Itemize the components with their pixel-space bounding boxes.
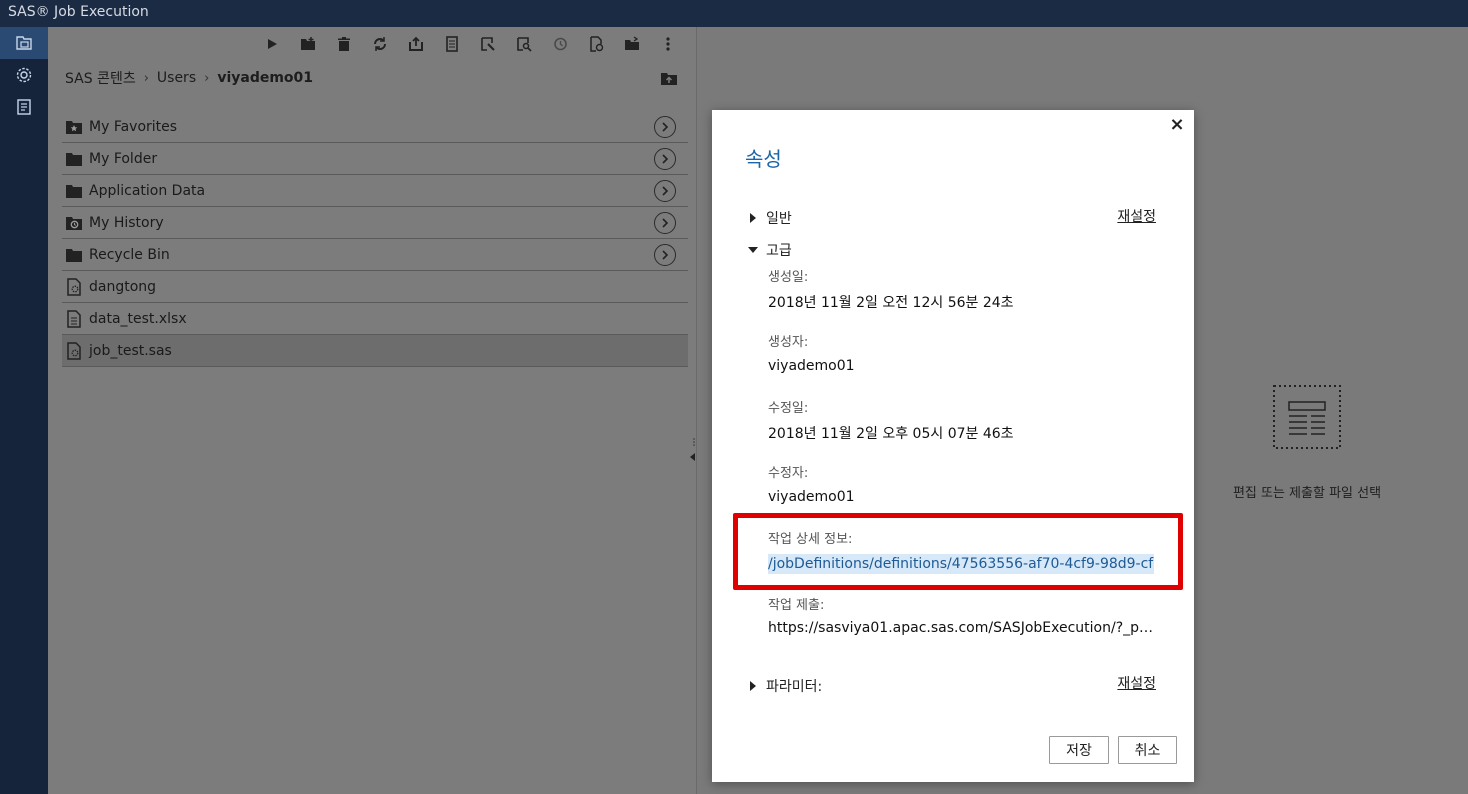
caret-right-icon	[750, 681, 756, 691]
section-advanced-label: 고급	[766, 243, 792, 259]
save-button[interactable]: 저장	[1049, 736, 1109, 764]
submit-icon[interactable]	[578, 33, 614, 55]
list-item[interactable]: My History	[62, 207, 688, 239]
move-icon[interactable]	[614, 33, 650, 55]
section-advanced-toggle[interactable]: 고급	[748, 240, 792, 260]
more-icon[interactable]	[650, 33, 686, 55]
file-list: My Favorites My Folder Application Data …	[62, 111, 688, 367]
new-folder-icon[interactable]	[290, 33, 326, 55]
job-submit-label: 작업 제출:	[768, 598, 825, 613]
gear-icon[interactable]	[0, 59, 48, 91]
breadcrumb-separator: ›	[204, 70, 210, 86]
reset-params-link[interactable]: 재설정	[1117, 673, 1156, 693]
list-item-label: Application Data	[89, 182, 206, 199]
job-details-link[interactable]: /jobDefinitions/definitions/47563556-af7…	[768, 554, 1154, 574]
refresh-icon[interactable]	[362, 33, 398, 55]
caret-right-icon	[750, 213, 756, 223]
section-params-toggle[interactable]: 파라미터:	[748, 676, 822, 696]
delete-icon[interactable]	[326, 33, 362, 55]
close-icon[interactable]: ×	[1168, 116, 1186, 134]
modifier-label: 수정자:	[768, 466, 809, 481]
cancel-button[interactable]: 취소	[1118, 736, 1177, 764]
section-general-label: 일반	[766, 211, 792, 227]
breadcrumb-separator: ›	[143, 70, 149, 86]
created-value: 2018년 11월 2일 오전 12시 56분 24초	[768, 295, 1014, 311]
toolbar	[254, 33, 686, 55]
highlight-box	[733, 513, 1183, 590]
list-item[interactable]: My Favorites	[62, 111, 688, 143]
properties-icon[interactable]	[434, 33, 470, 55]
run-icon[interactable]	[254, 33, 290, 55]
section-params-label: 파라미터:	[766, 679, 823, 695]
history-icon[interactable]	[542, 33, 578, 55]
folder-icon	[65, 246, 83, 264]
properties-dialog: × 속성 일반 재설정 고급 생성일: 2018년 11월 2일 오전 12시 …	[712, 110, 1194, 782]
favorites-folder-icon	[65, 118, 83, 136]
job-submit-value[interactable]: https://sasviya01.apac.sas.com/SASJobExe…	[768, 620, 1154, 636]
list-item-label: data_test.xlsx	[89, 310, 187, 327]
chevron-right-icon[interactable]	[654, 115, 676, 138]
job-details-label: 작업 상세 정보:	[768, 532, 853, 547]
content-icon[interactable]	[0, 27, 48, 59]
list-item-selected[interactable]: job_test.sas	[62, 335, 688, 367]
creator-label: 생성자:	[768, 335, 809, 350]
list-item-label: dangtong	[89, 278, 157, 295]
app-title-bar: SAS® Job Execution	[0, 0, 1468, 27]
breadcrumb-current: viyademo01	[217, 70, 314, 86]
folder-icon	[65, 150, 83, 168]
breadcrumb-users[interactable]: Users	[157, 70, 196, 86]
list-item-label: My Favorites	[89, 118, 178, 135]
job-file-icon	[65, 277, 83, 296]
dialog-title: 속성	[745, 147, 782, 171]
nav-rail	[0, 27, 48, 794]
reset-general-link[interactable]: 재설정	[1117, 206, 1156, 226]
creator-value: viyademo01	[768, 358, 855, 374]
select-file-icon	[1273, 385, 1341, 449]
chevron-right-icon[interactable]	[654, 243, 676, 266]
upload-icon[interactable]	[398, 33, 434, 55]
list-item-label: job_test.sas	[89, 342, 172, 359]
parent-folder-icon[interactable]	[660, 69, 678, 87]
search-edit-icon[interactable]	[506, 33, 542, 55]
document-icon	[65, 309, 83, 328]
chevron-right-icon[interactable]	[654, 147, 676, 170]
list-item-label: My History	[89, 214, 164, 231]
modified-label: 수정일:	[768, 401, 809, 416]
folder-icon	[65, 182, 83, 200]
breadcrumb-root[interactable]: SAS 콘텐츠	[65, 68, 136, 88]
chevron-right-icon[interactable]	[654, 179, 676, 202]
list-item[interactable]: My Folder	[62, 143, 688, 175]
modifier-value: viyademo01	[768, 489, 855, 505]
section-general-toggle[interactable]: 일반	[748, 208, 792, 228]
empty-state-message: 편집 또는 제출할 파일 선택	[1232, 486, 1382, 501]
list-item-label: Recycle Bin	[89, 246, 170, 263]
modified-value: 2018년 11월 2일 오후 05시 07분 46초	[768, 426, 1014, 442]
list-item[interactable]: Recycle Bin	[62, 239, 688, 271]
document-list-icon[interactable]	[0, 91, 48, 123]
app-title: SAS® Job Execution	[8, 4, 149, 20]
created-label: 생성일:	[768, 270, 809, 285]
edit-icon[interactable]	[470, 33, 506, 55]
job-file-icon	[65, 341, 83, 360]
chevron-right-icon[interactable]	[654, 211, 676, 234]
breadcrumb: SAS 콘텐츠 › Users › viyademo01	[65, 68, 313, 88]
list-item-label: My Folder	[89, 150, 158, 167]
history-folder-icon	[65, 214, 83, 232]
list-item[interactable]: dangtong	[62, 271, 688, 303]
list-item[interactable]: data_test.xlsx	[62, 303, 688, 335]
collapse-handle-icon[interactable]	[689, 436, 697, 466]
panel-splitter[interactable]	[696, 27, 697, 794]
list-item[interactable]: Application Data	[62, 175, 688, 207]
caret-down-icon	[748, 247, 758, 253]
content-panel: SAS 콘텐츠 › Users › viyademo01 My Favorite…	[48, 27, 696, 794]
